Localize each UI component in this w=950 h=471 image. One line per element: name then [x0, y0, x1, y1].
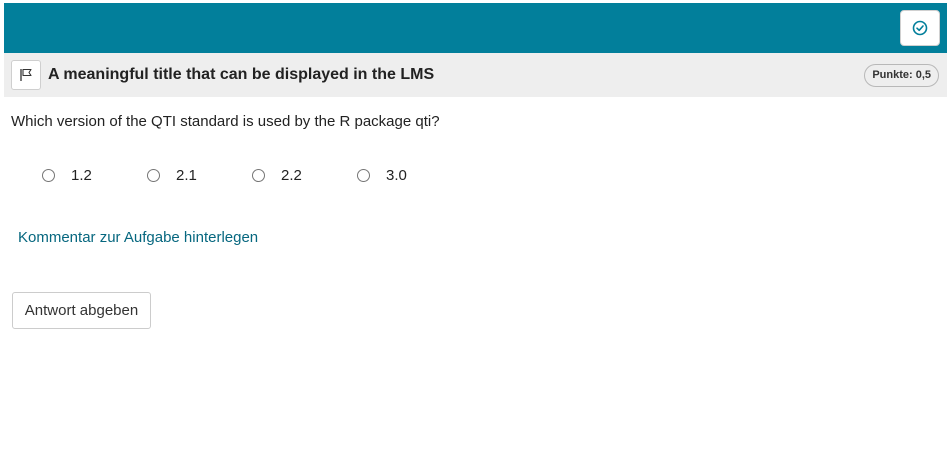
radio-button[interactable] [42, 168, 55, 182]
radio-button[interactable] [147, 168, 160, 182]
radio-button[interactable] [357, 168, 370, 182]
flag-item-button[interactable] [11, 60, 41, 90]
choice-label: 2.2 [281, 167, 302, 184]
choice-option-2[interactable]: 2.1 [147, 163, 197, 187]
end-test-button[interactable] [900, 10, 940, 46]
choice-option-4[interactable]: 3.0 [357, 163, 407, 187]
flag-icon [20, 68, 32, 81]
question-text: Which version of the QTI standard is use… [11, 113, 440, 130]
choice-label: 2.1 [176, 167, 197, 184]
top-bar [4, 3, 947, 53]
choice-label: 1.2 [71, 167, 92, 184]
test-frame: A meaningful title that can be displayed… [4, 3, 947, 471]
item-title-bar: A meaningful title that can be displayed… [4, 53, 947, 97]
radio-button[interactable] [252, 168, 265, 182]
comment-link[interactable]: Kommentar zur Aufgabe hinterlegen [18, 229, 258, 246]
points-badge: Punkte: 0,5 [864, 64, 939, 87]
choice-label: 3.0 [386, 167, 407, 184]
item-title: A meaningful title that can be displayed… [48, 66, 435, 83]
choice-option-1[interactable]: 1.2 [42, 163, 92, 187]
submit-answer-button[interactable]: Antwort abgeben [12, 292, 151, 329]
choice-option-3[interactable]: 2.2 [252, 163, 302, 187]
check-circle-icon [912, 20, 928, 36]
